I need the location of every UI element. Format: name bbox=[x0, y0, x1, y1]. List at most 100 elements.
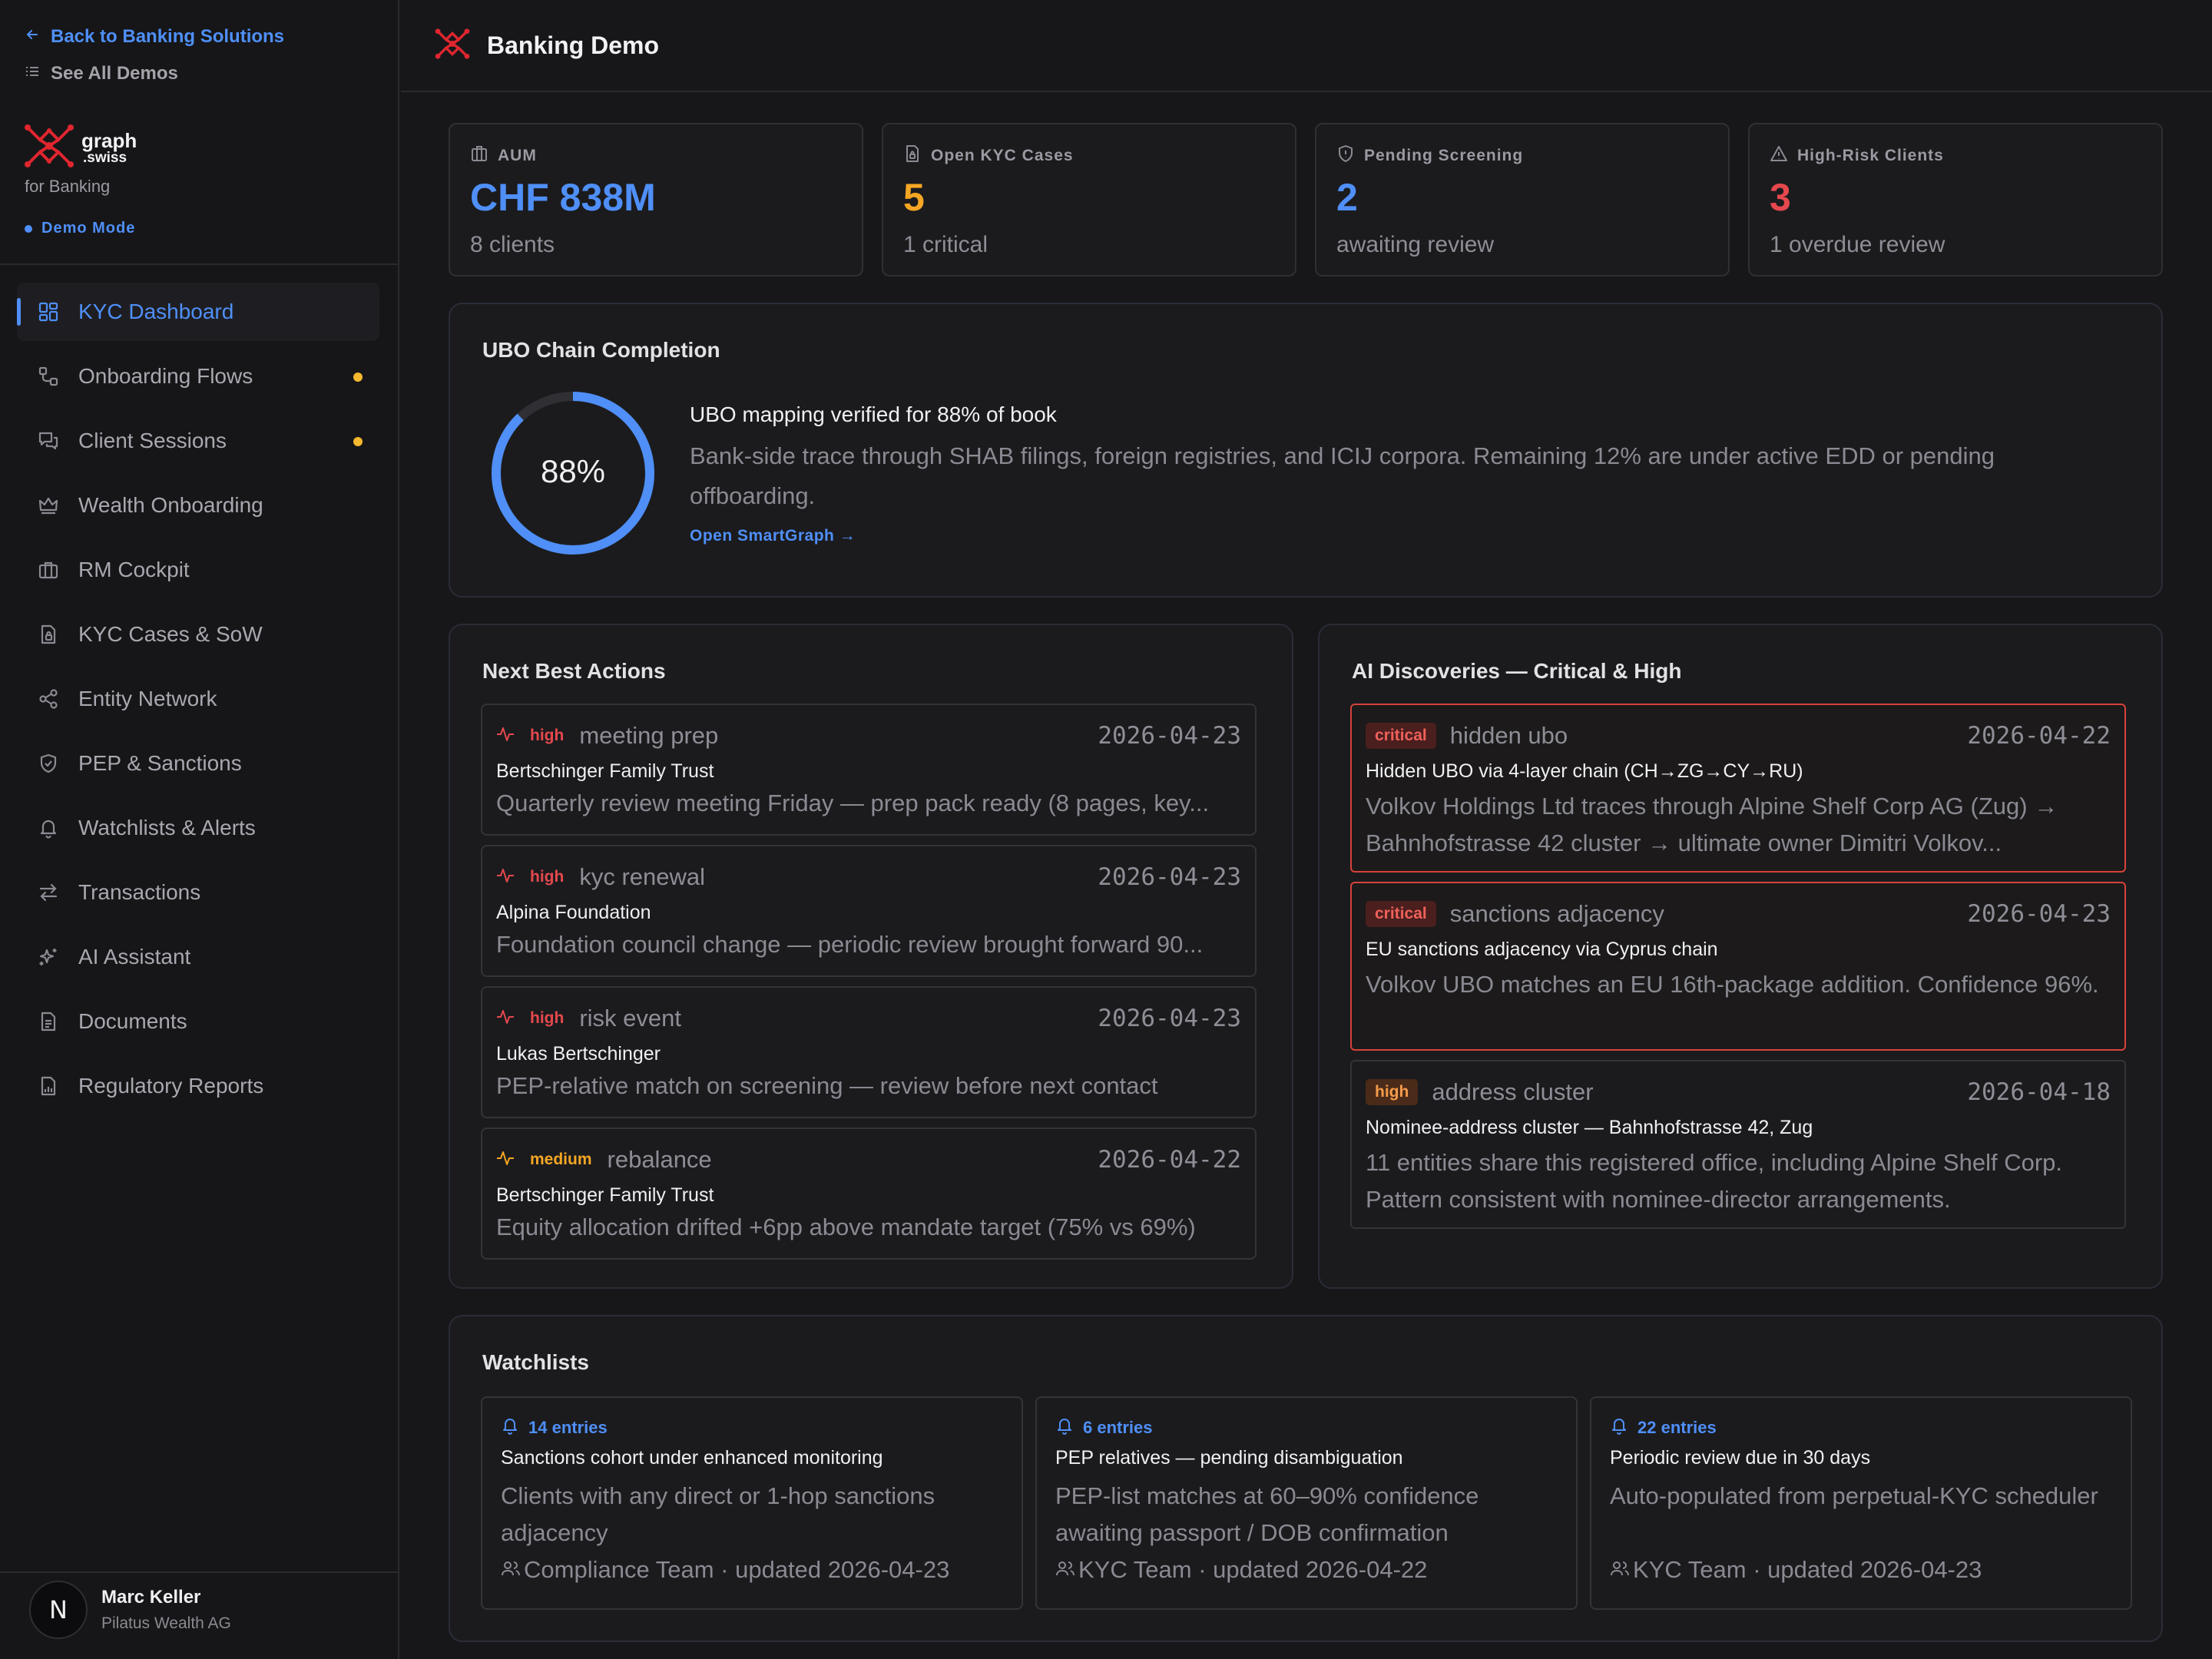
action-date: 2026-04-23 bbox=[1098, 722, 1241, 750]
action-entity: Lukas Bertschinger bbox=[496, 1043, 661, 1065]
sidebar-item-wealth-onboarding[interactable]: Wealth Onboarding bbox=[17, 476, 379, 535]
ai-discoveries-panel: AI Discoveries — Critical & High critica… bbox=[1318, 624, 2163, 1289]
action-date: 2026-04-23 bbox=[1098, 1005, 1241, 1032]
discovery-kind: address cluster bbox=[1432, 1078, 1594, 1105]
sidebar-item-watchlists-alerts[interactable]: Watchlists & Alerts bbox=[17, 799, 379, 857]
severity-badge: critical bbox=[1366, 901, 1436, 927]
watchlist-card[interactable]: 22 entries Periodic review due in 30 day… bbox=[1590, 1396, 2132, 1610]
notification-dot bbox=[353, 437, 363, 446]
divider bbox=[0, 1571, 398, 1573]
back-to-banking-link[interactable]: Back to Banking Solutions bbox=[25, 26, 284, 48]
activity-icon bbox=[496, 1009, 515, 1028]
see-all-demos-link[interactable]: See All Demos bbox=[25, 63, 178, 84]
flow-icon bbox=[37, 365, 60, 388]
stat-card-pending-screening[interactable]: Pending Screening 2 awaiting review bbox=[1315, 123, 1730, 276]
priority-tag: medium bbox=[530, 1151, 592, 1168]
watchlist-footer: KYC Team · updated 2026-04-23 bbox=[1633, 1556, 1982, 1583]
discovery-entity: Nominee-address cluster — Bahnhofstrasse… bbox=[1366, 1117, 1813, 1138]
action-card[interactable]: medium rebalance 2026-04-22 Bertschinger… bbox=[481, 1128, 1257, 1260]
stat-card-high-risk[interactable]: High-Risk Clients 3 1 overdue review bbox=[1748, 123, 2163, 276]
brand-name: graph bbox=[81, 129, 137, 152]
action-description: Equity allocation drifted +6pp above man… bbox=[496, 1214, 1196, 1240]
sidebar-item-client-sessions[interactable]: Client Sessions bbox=[17, 412, 379, 470]
chat-icon bbox=[37, 429, 60, 452]
sidebar-item-onboarding-flows[interactable]: Onboarding Flows bbox=[17, 347, 379, 406]
discovery-card[interactable]: critical sanctions adjacency 2026-04-23 … bbox=[1350, 882, 2126, 1051]
sidebar-item-label: KYC Dashboard bbox=[78, 300, 234, 323]
open-smartgraph-link[interactable]: Open SmartGraph → bbox=[690, 527, 856, 545]
stat-label: Open KYC Cases bbox=[931, 147, 1074, 164]
brand-logo[interactable]: graph .swiss bbox=[23, 123, 137, 173]
report-icon bbox=[37, 1075, 60, 1098]
stat-card-open-kyc[interactable]: Open KYC Cases 5 1 critical bbox=[882, 123, 1296, 276]
stat-value: 2 bbox=[1336, 176, 1358, 219]
discovery-date: 2026-04-23 bbox=[1967, 900, 2111, 928]
action-card[interactable]: high risk event 2026-04-23 Lukas Bertsch… bbox=[481, 986, 1257, 1118]
shield-check-icon bbox=[37, 752, 60, 775]
discovery-date: 2026-04-18 bbox=[1967, 1078, 2111, 1106]
divider bbox=[0, 263, 398, 265]
shield-icon bbox=[1336, 144, 1355, 167]
see-all-label: See All Demos bbox=[51, 63, 178, 84]
document-icon bbox=[37, 1010, 60, 1033]
users-icon bbox=[1610, 1556, 1630, 1584]
ubo-completion-panel: UBO Chain Completion 88% UBO mapping ver… bbox=[449, 303, 2163, 598]
user-profile[interactable]: N Marc Keller Pilatus Wealth AG bbox=[29, 1581, 231, 1639]
activity-icon bbox=[496, 1151, 515, 1170]
bell-icon bbox=[1610, 1416, 1628, 1439]
crown-icon bbox=[37, 494, 60, 517]
sidebar-item-regulatory-reports[interactable]: Regulatory Reports bbox=[17, 1057, 379, 1115]
discovery-kind: sanctions adjacency bbox=[1449, 900, 1664, 927]
stat-subtext: awaiting review bbox=[1336, 232, 1495, 257]
list-icon bbox=[25, 63, 40, 84]
stat-value: 3 bbox=[1770, 176, 1791, 219]
sidebar-item-entity-network[interactable]: Entity Network bbox=[17, 670, 379, 728]
discovery-card[interactable]: high address cluster 2026-04-18 Nominee-… bbox=[1350, 1060, 2126, 1229]
sidebar-item-rm-cockpit[interactable]: RM Cockpit bbox=[17, 541, 379, 599]
panel-title: AI Discoveries — Critical & High bbox=[1352, 659, 1682, 683]
action-kind: rebalance bbox=[607, 1146, 712, 1173]
user-name: Marc Keller bbox=[101, 1587, 201, 1608]
panel-title: Next Best Actions bbox=[482, 659, 666, 683]
status-dot bbox=[25, 224, 32, 233]
sidebar: Back to Banking Solutions See All Demos … bbox=[0, 0, 399, 1659]
watchlist-description: Clients with any direct or 1-hop sanctio… bbox=[501, 1482, 935, 1546]
action-card[interactable]: high kyc renewal 2026-04-23 Alpina Found… bbox=[481, 845, 1257, 977]
avatar: N bbox=[29, 1581, 88, 1639]
sidebar-item-label: Wealth Onboarding bbox=[78, 493, 263, 517]
stat-label: High-Risk Clients bbox=[1797, 147, 1944, 164]
action-date: 2026-04-23 bbox=[1098, 863, 1241, 891]
watchlist-card[interactable]: 14 entries Sanctions cohort under enhanc… bbox=[481, 1396, 1023, 1610]
discovery-card[interactable]: critical hidden ubo 2026-04-22 Hidden UB… bbox=[1350, 704, 2126, 873]
watchlist-card[interactable]: 6 entries PEP relatives — pending disamb… bbox=[1035, 1396, 1578, 1610]
sidebar-item-label: PEP & Sanctions bbox=[78, 751, 242, 775]
stat-value: 5 bbox=[903, 176, 925, 219]
sidebar-item-transactions[interactable]: Transactions bbox=[17, 863, 379, 922]
bell-icon bbox=[1055, 1416, 1074, 1439]
sidebar-item-ai-assistant[interactable]: AI Assistant bbox=[17, 928, 379, 986]
sidebar-item-kyc-dashboard[interactable]: KYC Dashboard bbox=[17, 283, 379, 341]
next-best-actions-panel: Next Best Actions high meeting prep 2026… bbox=[449, 624, 1293, 1289]
sidebar-item-pep-sanctions[interactable]: PEP & Sanctions bbox=[17, 734, 379, 793]
discovery-entity: EU sanctions adjacency via Cyprus chain bbox=[1366, 939, 1718, 960]
stat-card-aum[interactable]: AUM CHF 838M 8 clients bbox=[449, 123, 863, 276]
watchlist-footer: KYC Team · updated 2026-04-22 bbox=[1078, 1556, 1428, 1583]
share-icon bbox=[37, 687, 60, 710]
ubo-description: Bank-side trace through SHAB filings, fo… bbox=[690, 442, 1995, 509]
watchlist-footer: Compliance Team · updated 2026-04-23 bbox=[524, 1556, 950, 1583]
priority-tag: high bbox=[530, 727, 565, 744]
sidebar-item-documents[interactable]: Documents bbox=[17, 992, 379, 1051]
ubo-headline: UBO mapping verified for 88% of book bbox=[690, 402, 1057, 426]
action-kind: meeting prep bbox=[579, 722, 719, 749]
sidebar-item-label: Watchlists & Alerts bbox=[78, 816, 256, 839]
warning-icon bbox=[1770, 144, 1788, 167]
sidebar-item-label: AI Assistant bbox=[78, 945, 191, 969]
discovery-entity: Hidden UBO via 4-layer chain (CH→ZG→CY→R… bbox=[1366, 760, 1803, 782]
brand-suffix: .swiss bbox=[83, 150, 127, 166]
action-card[interactable]: high meeting prep 2026-04-23 Bertschinge… bbox=[481, 704, 1257, 836]
discovery-date: 2026-04-22 bbox=[1967, 722, 2111, 750]
watchlist-description: PEP-list matches at 60–90% confidence aw… bbox=[1055, 1482, 1479, 1546]
bell-icon bbox=[501, 1416, 519, 1439]
stat-value: CHF 838M bbox=[470, 176, 656, 219]
sidebar-item-kyc-cases[interactable]: KYC Cases & SoW bbox=[17, 605, 379, 664]
